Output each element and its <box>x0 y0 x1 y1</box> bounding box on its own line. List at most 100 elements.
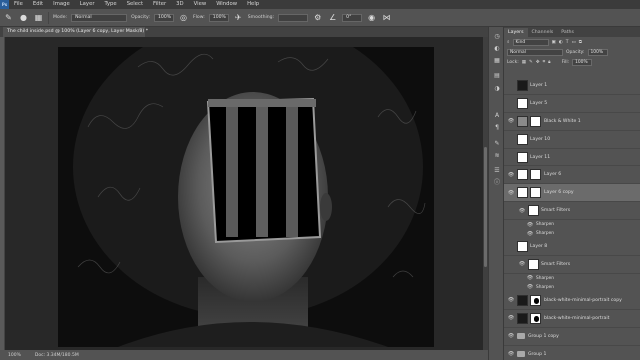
visibility-eye-icon[interactable]: 👁︎ <box>507 332 515 340</box>
airbrush-icon[interactable]: ✈ <box>233 12 244 23</box>
layer-row[interactable]: Layer 8 <box>504 238 640 257</box>
filter-type-icon[interactable]: T <box>566 40 569 45</box>
brush-settings-icon[interactable]: ▦ <box>33 12 44 23</box>
swatches-icon[interactable]: ▦ <box>493 57 501 65</box>
smart-filter-row[interactable]: 👁︎ Sharpen <box>504 229 640 238</box>
layers-list[interactable]: Layer 1 Layer 5 👁︎ Black & White 1 Layer 10 L… <box>504 77 640 360</box>
paragraph-icon[interactable]: ¶ <box>493 124 501 132</box>
brush-preset-icon[interactable]: ● <box>18 12 29 23</box>
layer-name[interactable]: Layer 11 <box>530 155 550 160</box>
visibility-eye-icon[interactable]: 👁︎ <box>518 260 526 268</box>
document-tab[interactable]: The child inside.psd @ 100% (Layer 6 cop… <box>3 27 148 37</box>
layer-name[interactable]: Sharpen <box>536 231 554 236</box>
kind-filter-select[interactable]: Kind <box>512 38 549 46</box>
fill-field[interactable]: 100% <box>572 58 593 66</box>
pressure-opacity-icon[interactable]: ◎ <box>178 12 189 23</box>
blend-mode-select[interactable]: Normal <box>507 48 563 56</box>
smart-filter-row[interactable]: 👁︎ Sharpen <box>504 283 640 292</box>
menu-edit[interactable]: Edit <box>28 0 48 9</box>
filter-visibility-icon[interactable]: 👁︎ <box>526 230 534 238</box>
layer-name[interactable]: Layer 8 <box>530 244 547 249</box>
layer-row[interactable]: Layer 11 <box>504 149 640 167</box>
angle-icon[interactable]: ∠ <box>327 12 338 23</box>
lock-brush-icon[interactable]: ✎ <box>529 60 533 65</box>
layer-row[interactable]: Layer 1 <box>504 77 640 95</box>
layer-mask-thumbnail[interactable] <box>530 169 541 181</box>
mode-select[interactable]: Normal <box>71 13 128 22</box>
visibility-eye-icon[interactable]: 👁︎ <box>507 171 515 179</box>
lock-move-icon[interactable]: ✥ <box>536 60 540 65</box>
menu-view[interactable]: View <box>189 0 212 9</box>
layer-group-row[interactable]: 👁︎ Group 1 copy <box>504 328 640 346</box>
layer-thumbnail[interactable] <box>517 294 528 306</box>
menu-filter[interactable]: Filter <box>148 0 171 9</box>
info-icon[interactable]: ⓘ <box>493 179 501 187</box>
layer-thumbnail[interactable] <box>517 79 528 91</box>
layer-name[interactable]: Layer 10 <box>530 137 550 142</box>
layer-mask-thumbnail[interactable] <box>530 115 541 127</box>
properties-icon[interactable]: ☰ <box>493 167 501 175</box>
brush-settings-panel-icon[interactable]: ≋ <box>493 152 501 160</box>
menu-type[interactable]: Type <box>100 0 122 9</box>
filter-pixel-icon[interactable]: ▣ <box>552 40 556 45</box>
document-canvas[interactable] <box>58 47 434 347</box>
zoom-level[interactable]: 100% <box>8 353 21 358</box>
menu-window[interactable]: Window <box>211 0 242 9</box>
symmetry-icon[interactable]: ⋈ <box>381 12 392 23</box>
visibility-eye-icon[interactable] <box>507 81 515 89</box>
layer-row[interactable]: 👁︎ black-white-minimal-portrait <box>504 310 640 328</box>
layer-thumbnail[interactable] <box>517 241 528 253</box>
visibility-eye-icon[interactable]: 👁︎ <box>507 296 515 304</box>
layer-thumbnail[interactable] <box>528 258 539 270</box>
visibility-eye-icon[interactable]: 👁︎ <box>507 117 515 125</box>
visibility-eye-icon[interactable] <box>507 99 515 107</box>
layer-name[interactable]: Sharpen <box>536 285 554 290</box>
visibility-eye-icon[interactable]: 👁︎ <box>518 207 526 215</box>
lock-pixels-icon[interactable]: ▦ <box>522 60 526 65</box>
lock-all-icon[interactable]: 🔒︎ <box>548 59 550 65</box>
opacity-field[interactable]: 100% <box>153 13 174 22</box>
menu-select[interactable]: Select <box>122 0 148 9</box>
layer-thumbnail[interactable] <box>517 97 528 109</box>
visibility-eye-icon[interactable]: 👁︎ <box>507 189 515 197</box>
layer-row[interactable]: 👁︎ Smart Filters <box>504 256 640 274</box>
layer-thumbnail[interactable] <box>517 187 528 199</box>
visibility-eye-icon[interactable]: 👁︎ <box>507 314 515 322</box>
visibility-eye-icon[interactable] <box>507 153 515 161</box>
layer-name[interactable]: Sharpen <box>536 276 554 281</box>
libraries-icon[interactable]: ▤ <box>493 72 501 80</box>
layer-name[interactable]: Layer 1 <box>530 83 547 88</box>
layer-name[interactable]: Smart Filters <box>541 262 570 267</box>
visibility-eye-icon[interactable] <box>507 135 515 143</box>
lock-artboard-icon[interactable]: ⌗ <box>543 59 546 65</box>
layer-row[interactable]: 👁︎ Layer 6 <box>504 166 640 185</box>
layer-name[interactable]: Layer 5 <box>530 101 547 106</box>
layer-row[interactable]: 👁︎ black-white-minimal-portrait copy <box>504 292 640 310</box>
menu-layer[interactable]: Layer <box>75 0 100 9</box>
visibility-eye-icon[interactable] <box>507 243 515 251</box>
layer-thumbnail[interactable] <box>517 133 528 145</box>
layer-row[interactable]: 👁︎ Smart Filters <box>504 202 640 221</box>
layer-name[interactable]: Sharpen <box>536 222 554 227</box>
document-size[interactable]: Doc: 3.34M/180.5M <box>35 353 79 358</box>
layer-mask-thumbnail[interactable] <box>530 312 541 324</box>
layer-name[interactable]: Group 1 copy <box>528 334 559 339</box>
character-icon[interactable]: A <box>493 112 501 120</box>
filter-visibility-icon[interactable]: 👁︎ <box>526 221 534 229</box>
menu-help[interactable]: Help <box>242 0 264 9</box>
angle-field[interactable]: 0° <box>342 13 363 22</box>
layer-name[interactable]: Layer 6 copy <box>544 190 574 195</box>
history-icon[interactable]: ◷ <box>493 33 501 41</box>
layer-group-row[interactable]: 👁︎ Group 1 <box>504 346 640 360</box>
smoothing-field[interactable] <box>278 13 309 22</box>
layer-thumbnail[interactable] <box>517 312 528 324</box>
brushes-icon[interactable]: ✎ <box>493 140 501 148</box>
layer-row[interactable]: 👁︎ Black & White 1 <box>504 113 640 131</box>
visibility-eye-icon[interactable]: 👁︎ <box>507 350 515 358</box>
layer-name[interactable]: Black & White 1 <box>544 119 581 124</box>
brush-icon[interactable]: ✎ <box>3 12 14 23</box>
filter-adjustment-icon[interactable]: ◐ <box>559 40 563 45</box>
layer-row[interactable]: 👁︎ Layer 6 copy <box>504 184 640 203</box>
layer-row[interactable]: Layer 5 <box>504 95 640 113</box>
adjustments-icon[interactable]: ◑ <box>493 85 501 93</box>
